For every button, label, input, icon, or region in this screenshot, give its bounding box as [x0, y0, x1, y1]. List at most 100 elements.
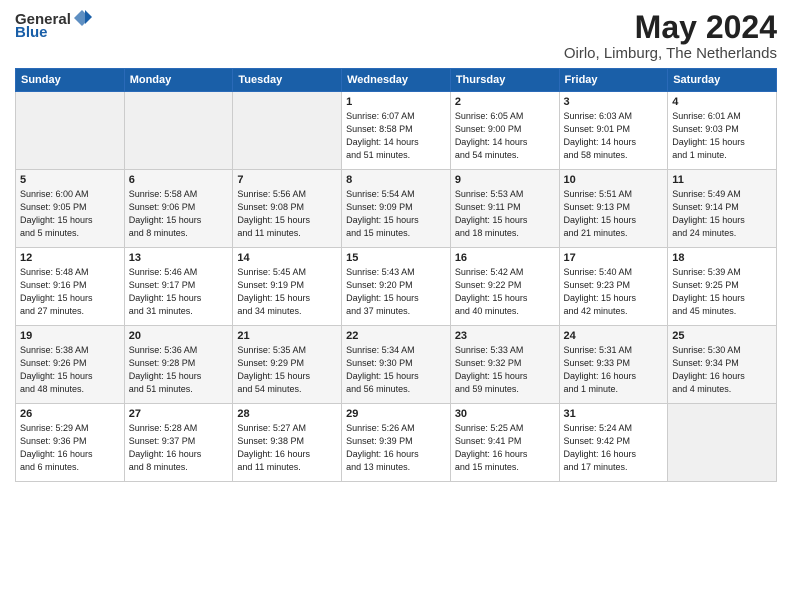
cell-info: Sunrise: 5:43 AM Sunset: 9:20 PM Dayligh…	[346, 266, 446, 318]
calendar-cell	[124, 92, 233, 170]
col-header-monday: Monday	[124, 69, 233, 92]
day-number: 9	[455, 174, 555, 186]
cell-info: Sunrise: 5:53 AM Sunset: 9:11 PM Dayligh…	[455, 188, 555, 240]
logo: General Blue	[15, 10, 92, 41]
header: General Blue May 2024 Oirlo, Limburg, Th…	[15, 10, 777, 62]
calendar-cell: 15 Sunrise: 5:43 AM Sunset: 9:20 PM Dayli…	[342, 248, 451, 326]
calendar-cell	[668, 404, 777, 482]
calendar-cell: 2 Sunrise: 6:05 AM Sunset: 9:00 PM Daylig…	[450, 92, 559, 170]
col-header-thursday: Thursday	[450, 69, 559, 92]
calendar-cell: 31Sunrise: 5:24 AM Sunset: 9:42 PM Dayli…	[559, 404, 668, 482]
week-row-3: 12 Sunrise: 5:48 AM Sunset: 9:16 PM Dayli…	[16, 248, 777, 326]
day-number: 7	[237, 174, 337, 186]
calendar-cell: 24 Sunrise: 5:31 AM Sunset: 9:33 PM Dayli…	[559, 326, 668, 404]
cell-info: Sunrise: 6:05 AM Sunset: 9:00 PM Dayligh…	[455, 110, 555, 162]
cell-info: Sunrise: 5:45 AM Sunset: 9:19 PM Dayligh…	[237, 266, 337, 318]
day-number: 24	[564, 330, 664, 342]
cell-info: Sunrise: 6:03 AM Sunset: 9:01 PM Dayligh…	[564, 110, 664, 162]
calendar-cell: 1 Sunrise: 6:07 AM Sunset: 8:58 PM Daylig…	[342, 92, 451, 170]
calendar-cell: 14Sunrise: 5:45 AM Sunset: 9:19 PM Dayli…	[233, 248, 342, 326]
week-row-5: 26 Sunrise: 5:29 AM Sunset: 9:36 PM Dayli…	[16, 404, 777, 482]
calendar-cell: 20Sunrise: 5:36 AM Sunset: 9:28 PM Dayli…	[124, 326, 233, 404]
calendar-cell: 10 Sunrise: 5:51 AM Sunset: 9:13 PM Dayli…	[559, 170, 668, 248]
calendar-cell: 17 Sunrise: 5:40 AM Sunset: 9:23 PM Dayli…	[559, 248, 668, 326]
day-number: 30	[455, 408, 555, 420]
cell-info: Sunrise: 5:31 AM Sunset: 9:33 PM Dayligh…	[564, 344, 664, 396]
col-header-tuesday: Tuesday	[233, 69, 342, 92]
cell-info: Sunrise: 5:49 AM Sunset: 9:14 PM Dayligh…	[672, 188, 772, 240]
week-row-2: 5 Sunrise: 6:00 AM Sunset: 9:05 PM Daylig…	[16, 170, 777, 248]
day-number: 11	[672, 174, 772, 186]
subtitle: Oirlo, Limburg, The Netherlands	[564, 45, 777, 62]
day-number: 22	[346, 330, 446, 342]
cell-info: Sunrise: 5:38 AM Sunset: 9:26 PM Dayligh…	[20, 344, 120, 396]
day-number: 12	[20, 252, 120, 264]
cell-info: Sunrise: 5:54 AM Sunset: 9:09 PM Dayligh…	[346, 188, 446, 240]
day-number: 1	[346, 96, 446, 108]
title-block: May 2024 Oirlo, Limburg, The Netherlands	[564, 10, 777, 62]
day-number: 13	[129, 252, 229, 264]
day-number: 15	[346, 252, 446, 264]
calendar-cell: 19Sunrise: 5:38 AM Sunset: 9:26 PM Dayli…	[16, 326, 125, 404]
day-number: 2	[455, 96, 555, 108]
day-number: 27	[129, 408, 229, 420]
week-row-4: 19Sunrise: 5:38 AM Sunset: 9:26 PM Dayli…	[16, 326, 777, 404]
day-number: 21	[237, 330, 337, 342]
day-number: 18	[672, 252, 772, 264]
cell-info: Sunrise: 6:00 AM Sunset: 9:05 PM Dayligh…	[20, 188, 120, 240]
col-header-sunday: Sunday	[16, 69, 125, 92]
col-header-wednesday: Wednesday	[342, 69, 451, 92]
cell-info: Sunrise: 5:51 AM Sunset: 9:13 PM Dayligh…	[564, 188, 664, 240]
cell-info: Sunrise: 5:33 AM Sunset: 9:32 PM Dayligh…	[455, 344, 555, 396]
cell-info: Sunrise: 5:28 AM Sunset: 9:37 PM Dayligh…	[129, 422, 229, 474]
main-title: May 2024	[564, 10, 777, 45]
day-number: 23	[455, 330, 555, 342]
calendar-cell: 13 Sunrise: 5:46 AM Sunset: 9:17 PM Dayli…	[124, 248, 233, 326]
calendar-cell: 8 Sunrise: 5:54 AM Sunset: 9:09 PM Daylig…	[342, 170, 451, 248]
cell-info: Sunrise: 5:34 AM Sunset: 9:30 PM Dayligh…	[346, 344, 446, 396]
calendar-cell: 22 Sunrise: 5:34 AM Sunset: 9:30 PM Dayli…	[342, 326, 451, 404]
calendar-cell: 3 Sunrise: 6:03 AM Sunset: 9:01 PM Daylig…	[559, 92, 668, 170]
col-header-saturday: Saturday	[668, 69, 777, 92]
cell-info: Sunrise: 5:58 AM Sunset: 9:06 PM Dayligh…	[129, 188, 229, 240]
day-number: 25	[672, 330, 772, 342]
cell-info: Sunrise: 5:25 AM Sunset: 9:41 PM Dayligh…	[455, 422, 555, 474]
day-number: 26	[20, 408, 120, 420]
cell-info: Sunrise: 5:42 AM Sunset: 9:22 PM Dayligh…	[455, 266, 555, 318]
day-number: 10	[564, 174, 664, 186]
calendar-cell: 18 Sunrise: 5:39 AM Sunset: 9:25 PM Dayli…	[668, 248, 777, 326]
main-container: General Blue May 2024 Oirlo, Limburg, Th…	[0, 0, 792, 492]
calendar-cell: 25 Sunrise: 5:30 AM Sunset: 9:34 PM Dayli…	[668, 326, 777, 404]
day-number: 5	[20, 174, 120, 186]
calendar-cell: 9 Sunrise: 5:53 AM Sunset: 9:11 PM Daylig…	[450, 170, 559, 248]
day-number: 4	[672, 96, 772, 108]
calendar-cell: 11 Sunrise: 5:49 AM Sunset: 9:14 PM Dayli…	[668, 170, 777, 248]
day-number: 31	[564, 408, 664, 420]
cell-info: Sunrise: 5:26 AM Sunset: 9:39 PM Dayligh…	[346, 422, 446, 474]
cell-info: Sunrise: 5:48 AM Sunset: 9:16 PM Dayligh…	[20, 266, 120, 318]
calendar-cell: 5 Sunrise: 6:00 AM Sunset: 9:05 PM Daylig…	[16, 170, 125, 248]
cell-info: Sunrise: 5:29 AM Sunset: 9:36 PM Dayligh…	[20, 422, 120, 474]
day-number: 20	[129, 330, 229, 342]
calendar-cell: 7Sunrise: 5:56 AM Sunset: 9:08 PM Daylig…	[233, 170, 342, 248]
calendar-cell: 16Sunrise: 5:42 AM Sunset: 9:22 PM Dayli…	[450, 248, 559, 326]
cell-info: Sunrise: 5:46 AM Sunset: 9:17 PM Dayligh…	[129, 266, 229, 318]
cell-info: Sunrise: 5:35 AM Sunset: 9:29 PM Dayligh…	[237, 344, 337, 396]
cell-info: Sunrise: 6:07 AM Sunset: 8:58 PM Dayligh…	[346, 110, 446, 162]
calendar-cell: 27 Sunrise: 5:28 AM Sunset: 9:37 PM Dayli…	[124, 404, 233, 482]
calendar-cell: 30 Sunrise: 5:25 AM Sunset: 9:41 PM Dayli…	[450, 404, 559, 482]
col-header-friday: Friday	[559, 69, 668, 92]
cell-info: Sunrise: 5:40 AM Sunset: 9:23 PM Dayligh…	[564, 266, 664, 318]
calendar-cell: 21 Sunrise: 5:35 AM Sunset: 9:29 PM Dayli…	[233, 326, 342, 404]
day-number: 17	[564, 252, 664, 264]
calendar-cell	[16, 92, 125, 170]
day-number: 6	[129, 174, 229, 186]
calendar-cell: 12 Sunrise: 5:48 AM Sunset: 9:16 PM Dayli…	[16, 248, 125, 326]
day-number: 28	[237, 408, 337, 420]
cell-info: Sunrise: 5:39 AM Sunset: 9:25 PM Dayligh…	[672, 266, 772, 318]
day-number: 3	[564, 96, 664, 108]
day-number: 8	[346, 174, 446, 186]
cell-info: Sunrise: 5:30 AM Sunset: 9:34 PM Dayligh…	[672, 344, 772, 396]
calendar-cell: 28Sunrise: 5:27 AM Sunset: 9:38 PM Dayli…	[233, 404, 342, 482]
calendar-cell: 23 Sunrise: 5:33 AM Sunset: 9:32 PM Dayli…	[450, 326, 559, 404]
